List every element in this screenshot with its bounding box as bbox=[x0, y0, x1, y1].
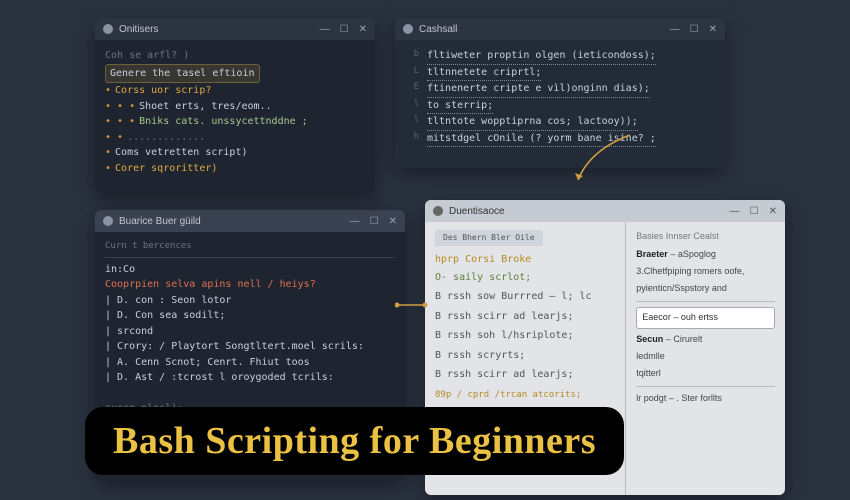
window-controls: — ☐ ✕ bbox=[350, 216, 397, 227]
minimize-icon[interactable]: — bbox=[320, 24, 330, 35]
code-line: Ltltnnetete criprtl; bbox=[405, 65, 715, 82]
code-line: ltltntote wopptiprna cos; lactooy)); bbox=[405, 114, 715, 131]
editor-window-2: Cashsall — ☐ ✕ bfltiweter proptin olgen … bbox=[395, 18, 725, 168]
divider bbox=[636, 386, 775, 387]
titlebar[interactable]: Duentisaoce — ☐ ✕ bbox=[425, 200, 785, 222]
maximize-icon[interactable]: ☐ bbox=[750, 206, 759, 217]
tab-item[interactable]: Des Bhern Bler Oile bbox=[435, 230, 543, 246]
code-line: lto sterrip; bbox=[405, 98, 715, 115]
divider bbox=[636, 301, 775, 302]
code-line: • Corss uor scrip? bbox=[105, 83, 365, 99]
docs-line: B rssh scryrts; bbox=[435, 348, 615, 364]
window-title: Buarice Buer güild bbox=[119, 216, 350, 227]
code-line: bfltiweter proptin olgen (ieticondoss); bbox=[405, 48, 715, 65]
docs-line: B rssh sow Burrred — l; lc bbox=[435, 289, 615, 305]
app-icon bbox=[103, 24, 113, 34]
docs-right-pane[interactable]: Basies Innser Cealst Braeter – aSpoglog 3… bbox=[626, 222, 785, 495]
window-title: Duentisaoce bbox=[449, 206, 730, 217]
docs-line: B rssh scirr ad learjs; bbox=[435, 309, 615, 325]
window-title: Onitisers bbox=[119, 24, 320, 35]
left-heading-2: O- saily scrlot; bbox=[435, 270, 615, 286]
code-line: • • • Shoet erts, tres/eom.. bbox=[105, 99, 365, 115]
terminal-line: in:Co bbox=[105, 262, 395, 278]
sidebar-item: Braeter – aSpoglog bbox=[636, 248, 775, 262]
titlebar[interactable]: Onitisers — ☐ ✕ bbox=[95, 18, 375, 40]
app-icon bbox=[403, 24, 413, 34]
sidebar-item: 3.Clhetfpiping romers oofe, bbox=[636, 265, 775, 279]
docs-line: B rssh scirr ad learjs; bbox=[435, 367, 615, 383]
app-icon bbox=[433, 206, 443, 216]
terminal-line: | D. con : Seon lotor bbox=[105, 293, 395, 309]
code-line: • • ............. bbox=[105, 130, 365, 146]
close-icon[interactable]: ✕ bbox=[769, 206, 777, 217]
window-controls: — ☐ ✕ bbox=[670, 24, 717, 35]
sidebar-item: Secun – Cirurelt bbox=[636, 333, 775, 347]
terminal-line: | A. Cenn Scnot; Cenrt. Fhiut toos bbox=[105, 355, 395, 371]
docs-line: B rssh soh l/hsriplote; bbox=[435, 328, 615, 344]
terminal-line: | Crory: / Playtort Songtltert.moel scri… bbox=[105, 339, 395, 355]
close-icon[interactable]: ✕ bbox=[359, 24, 367, 35]
left-heading-1: hprp Corsi Broke bbox=[435, 252, 615, 268]
code-line: • • • Bniks cats. unssycettnddne ; bbox=[105, 114, 365, 130]
minimize-icon[interactable]: — bbox=[670, 24, 680, 35]
code-line: • Coms vetretten script) bbox=[105, 145, 365, 161]
sidebar-item: ledmlle bbox=[636, 350, 775, 364]
title-banner: Bash Scripting for Beginners bbox=[85, 407, 624, 475]
terminal-line: | D. Con sea sodilt; bbox=[105, 308, 395, 324]
editor-window-1: Onitisers — ☐ ✕ Coh se arfl? )Genere the… bbox=[95, 18, 375, 193]
titlebar[interactable]: Buarice Buer güild — ☐ ✕ bbox=[95, 210, 405, 232]
code-line: Genere the tasel eftioin bbox=[105, 64, 365, 84]
maximize-icon[interactable]: ☐ bbox=[690, 24, 699, 35]
terminal-line: Cooprpien selva apins nell / heiys? bbox=[105, 277, 395, 293]
minimize-icon[interactable]: — bbox=[730, 206, 740, 217]
close-icon[interactable]: ✕ bbox=[709, 24, 717, 35]
titlebar[interactable]: Cashsall — ☐ ✕ bbox=[395, 18, 725, 40]
window-controls: — ☐ ✕ bbox=[320, 24, 367, 35]
sidebar-item: tqitterl bbox=[636, 367, 775, 381]
close-icon[interactable]: ✕ bbox=[389, 216, 397, 227]
maximize-icon[interactable]: ☐ bbox=[370, 216, 379, 227]
minimize-icon[interactable]: — bbox=[350, 216, 360, 227]
code-line: Coh se arfl? ) bbox=[105, 48, 365, 64]
filter-input[interactable]: Eaecor – ouh ertss bbox=[636, 307, 775, 329]
code-line: hmitstdgel cOnile (? yorm bane isine? ; bbox=[405, 131, 715, 148]
terminal-subtitle: Curn t bercences bbox=[105, 240, 395, 258]
tab-bar: Des Bhern Bler Oile bbox=[435, 230, 615, 246]
window-title: Cashsall bbox=[419, 24, 670, 35]
terminal-line: | srcond bbox=[105, 324, 395, 340]
code-line: Eftinenerte cripte e vìl)onginn dias); bbox=[405, 81, 715, 98]
right-header: Basies Innser Cealst bbox=[636, 230, 775, 244]
right-foot-line: lr podgt – . Ster forllts bbox=[636, 392, 775, 406]
left-footer: 89p / cprd /trcan atcorits; bbox=[435, 389, 615, 403]
terminal-line bbox=[105, 386, 395, 402]
window-controls: — ☐ ✕ bbox=[730, 206, 777, 217]
maximize-icon[interactable]: ☐ bbox=[340, 24, 349, 35]
sidebar-item: pyienticn/Sspstory and bbox=[636, 282, 775, 296]
editor-content[interactable]: Coh se arfl? )Genere the tasel eftioin• … bbox=[95, 40, 375, 184]
code-line: • Corer sqroritter) bbox=[105, 161, 365, 177]
app-icon bbox=[103, 216, 113, 226]
terminal-line: | D. Ast / :tcrost l oroygoded tcrils: bbox=[105, 370, 395, 386]
editor-content[interactable]: bfltiweter proptin olgen (ieticondoss);L… bbox=[395, 40, 725, 155]
